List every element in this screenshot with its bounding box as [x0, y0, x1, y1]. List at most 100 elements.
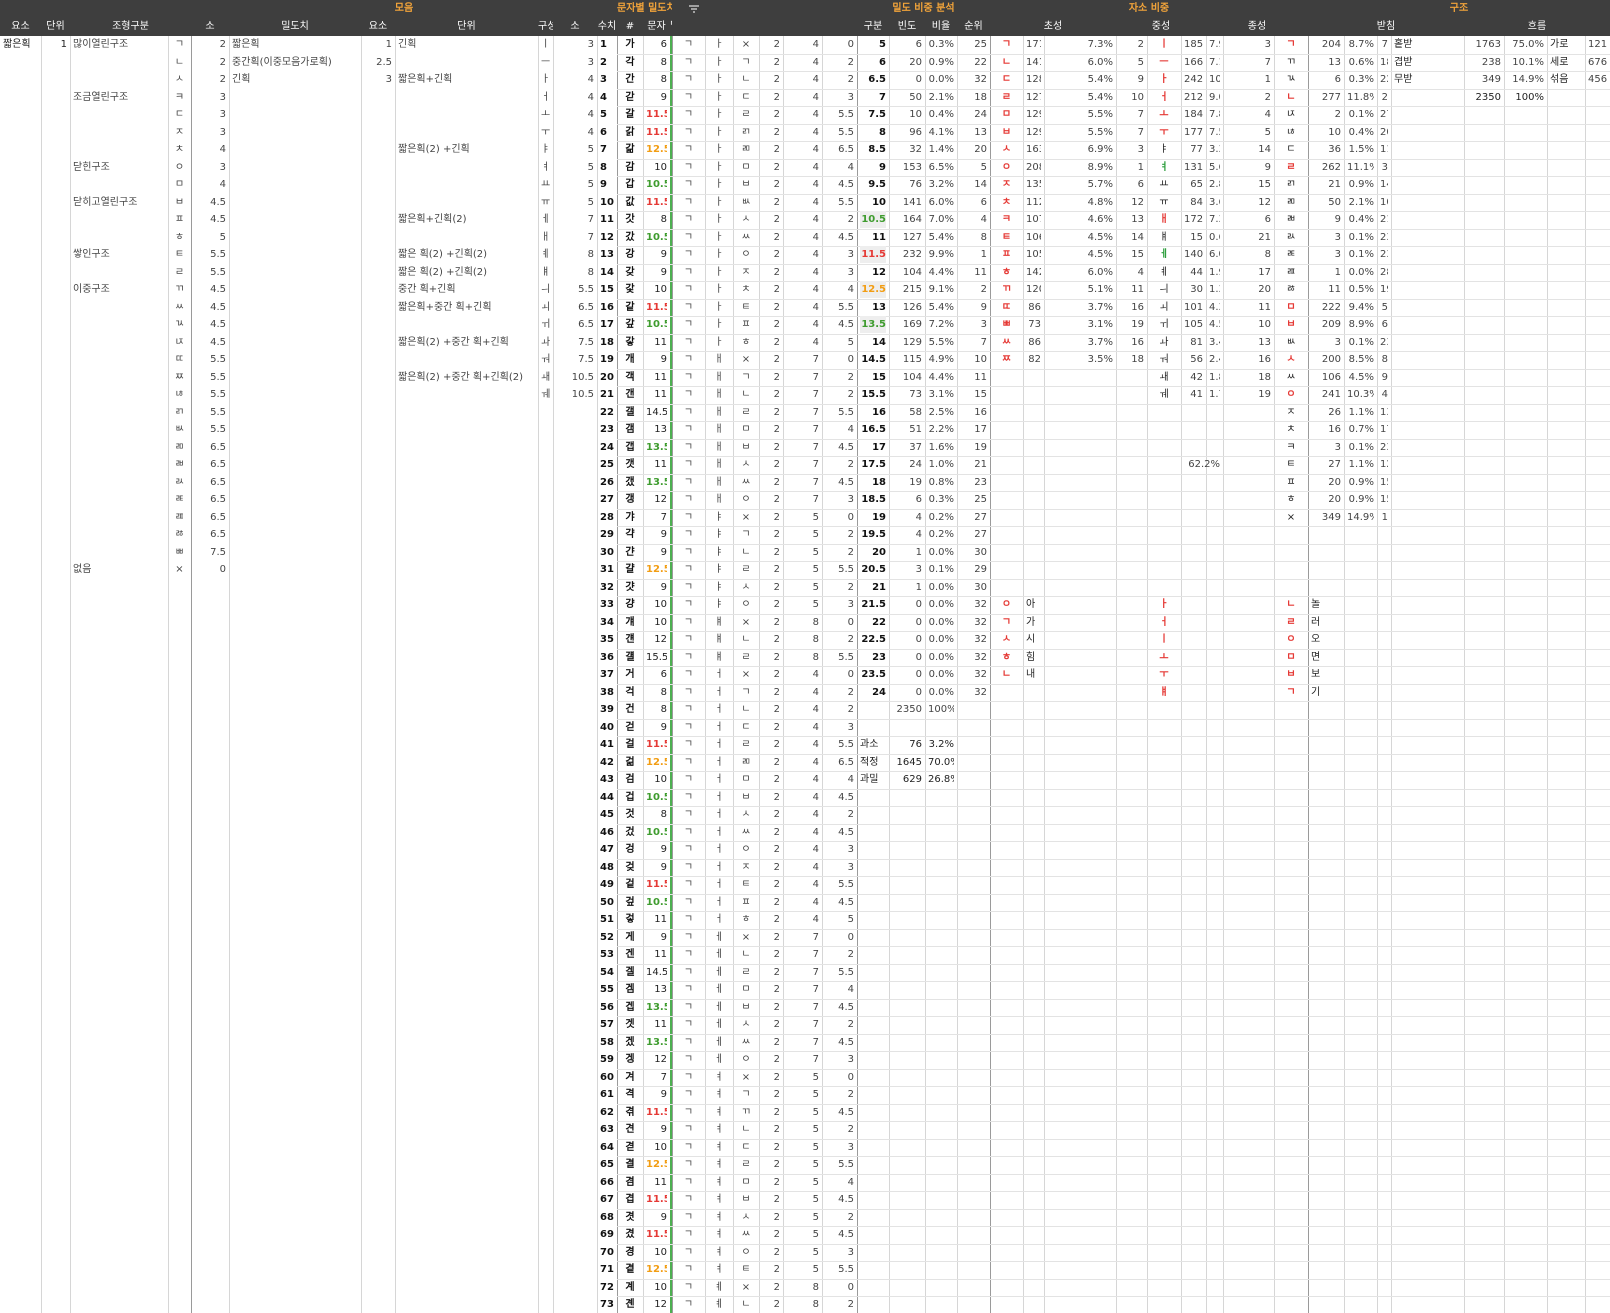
batchim-ratio: 14.9%: [1512, 74, 1544, 85]
jong-part: ㄷ: [741, 1141, 751, 1153]
jung-part: ㅐ: [714, 371, 724, 383]
density-ratio: 9.9%: [928, 249, 954, 260]
col-header-element[interactable]: 요소: [0, 18, 41, 36]
jong-rank: 18: [1380, 56, 1388, 68]
col-header-batchim[interactable]: 받침: [1308, 18, 1464, 36]
col-header-frequency[interactable]: 빈도: [889, 18, 925, 36]
jung-val: 5: [812, 1211, 819, 1223]
col-header-jongseong[interactable]: 종성: [1206, 18, 1308, 36]
col-header-index[interactable]: #: [617, 18, 643, 36]
char-index: 16: [600, 301, 614, 313]
jong-freq: 277: [1321, 91, 1341, 103]
char-index: 49: [600, 879, 614, 890]
cho-part: ㄱ: [683, 214, 694, 225]
jong-val: 3: [847, 1141, 854, 1153]
jong-val: 0: [847, 354, 854, 365]
jong-jamo: ㅋ: [1286, 441, 1296, 453]
col-header-composition[interactable]: 구성: [538, 18, 553, 36]
cho-part: ㄱ: [683, 1124, 694, 1135]
char-index: 5: [600, 109, 607, 120]
col-header-density[interactable]: 밀도치: [229, 18, 361, 36]
char-density: 11.5: [646, 109, 667, 120]
cho-ratio: 7.3%: [1087, 39, 1113, 50]
jung-part: ㅓ: [714, 896, 724, 908]
jung-part: ㅐ: [714, 424, 724, 435]
col-header-kind[interactable]: 구분: [857, 18, 889, 36]
col-header-jungseong[interactable]: 중성: [1116, 18, 1206, 36]
cho-ratio: 5.7%: [1087, 179, 1113, 190]
col-header-char-density[interactable]: 밀도치: [670, 18, 672, 36]
jong-val: 0: [847, 511, 854, 523]
jung-part: ㅑ: [714, 529, 724, 540]
cho-rank: 16: [1131, 336, 1144, 348]
jong-part: ㄱ: [741, 56, 751, 68]
char-cell: 갯: [625, 459, 635, 470]
jung-part: ㅏ: [714, 319, 724, 330]
col-header-char[interactable]: 문자: [643, 18, 670, 36]
char-index: 20: [600, 371, 614, 383]
col-header-choseong[interactable]: 초성: [990, 18, 1116, 36]
jung-part: ㅕ: [714, 1071, 724, 1083]
col-header-value[interactable]: 수치: [597, 18, 617, 36]
jong-rank: 12: [1380, 459, 1388, 470]
cho-val: 2: [773, 406, 780, 418]
cho-ratio: 6.0%: [1087, 266, 1113, 278]
cho-freq: 106: [1026, 231, 1041, 243]
col-header-flow[interactable]: 흐름: [1464, 18, 1610, 36]
char-cell: 강: [625, 249, 635, 260]
jong-freq: 3: [1334, 231, 1341, 243]
vowel-cell: ㅗ: [541, 109, 550, 120]
char-cell: 겐: [625, 949, 635, 960]
vowel-value: 4: [587, 109, 594, 120]
char-density: 11: [654, 459, 667, 470]
col-header-unit[interactable]: 단위: [41, 18, 70, 36]
jong-part: ㄱ: [741, 371, 751, 383]
col-header-small[interactable]: 소: [191, 18, 229, 36]
density-freq: 215: [902, 284, 922, 295]
char-density: 10.5: [646, 791, 667, 803]
char-index: 31: [600, 564, 614, 575]
cho-freq: 142: [1026, 266, 1041, 278]
jung-val: 8: [812, 1299, 819, 1310]
jong-val: 3: [847, 1054, 854, 1065]
jung-rank: 15: [1258, 179, 1271, 190]
jung-ratio: 0.6%: [1209, 231, 1220, 243]
cho-rank: 4: [1137, 266, 1144, 278]
char-cell: 건: [625, 704, 635, 715]
density-rank: 32: [974, 669, 987, 680]
col-header-rank[interactable]: 순위: [957, 18, 990, 36]
char-cell: 겅: [625, 844, 635, 855]
density-ratio: 5.5%: [928, 336, 954, 348]
char-index: 46: [600, 826, 614, 838]
jung-jamo: ㅙ: [1159, 371, 1169, 383]
char-density: 9: [660, 721, 667, 733]
col-header-shape-type[interactable]: 조형구분: [70, 18, 191, 36]
cho-val: 2: [773, 214, 780, 225]
cho-val: 2: [773, 476, 780, 488]
col-header-vowel-unit[interactable]: 단위: [395, 18, 538, 36]
char-cell: 갓: [625, 214, 635, 225]
char-cell: 객: [625, 371, 635, 383]
col-header-vowel-element[interactable]: 요소: [361, 18, 395, 36]
cho-part: ㄱ: [683, 686, 694, 698]
cho-part: ㄱ: [683, 1176, 694, 1188]
jong-freq: 200: [1321, 354, 1341, 365]
col-header-ratio[interactable]: 비율: [925, 18, 957, 36]
jung-part: ㅓ: [714, 791, 724, 803]
char-density: 11.5: [646, 1106, 667, 1118]
density-kind: 7.5: [868, 109, 886, 120]
filter-icon[interactable]: [688, 4, 700, 14]
vowel-cell: ㅢ: [541, 284, 550, 295]
jong-part: ×: [741, 616, 751, 628]
density-freq: 1: [915, 546, 922, 558]
density-freq: 3: [915, 564, 922, 575]
jong-freq: 6: [1334, 74, 1341, 85]
jong-ratio: 0.4%: [1348, 126, 1374, 138]
char-cell: 갇: [625, 91, 635, 103]
jong-jamo: ㄵ: [1286, 109, 1296, 120]
char-index: 13: [600, 249, 614, 260]
col-header-small2[interactable]: 소: [553, 18, 597, 36]
density-rank: 18: [974, 91, 987, 103]
density-freq: 0: [915, 651, 922, 663]
density-freq: 115: [902, 354, 922, 365]
